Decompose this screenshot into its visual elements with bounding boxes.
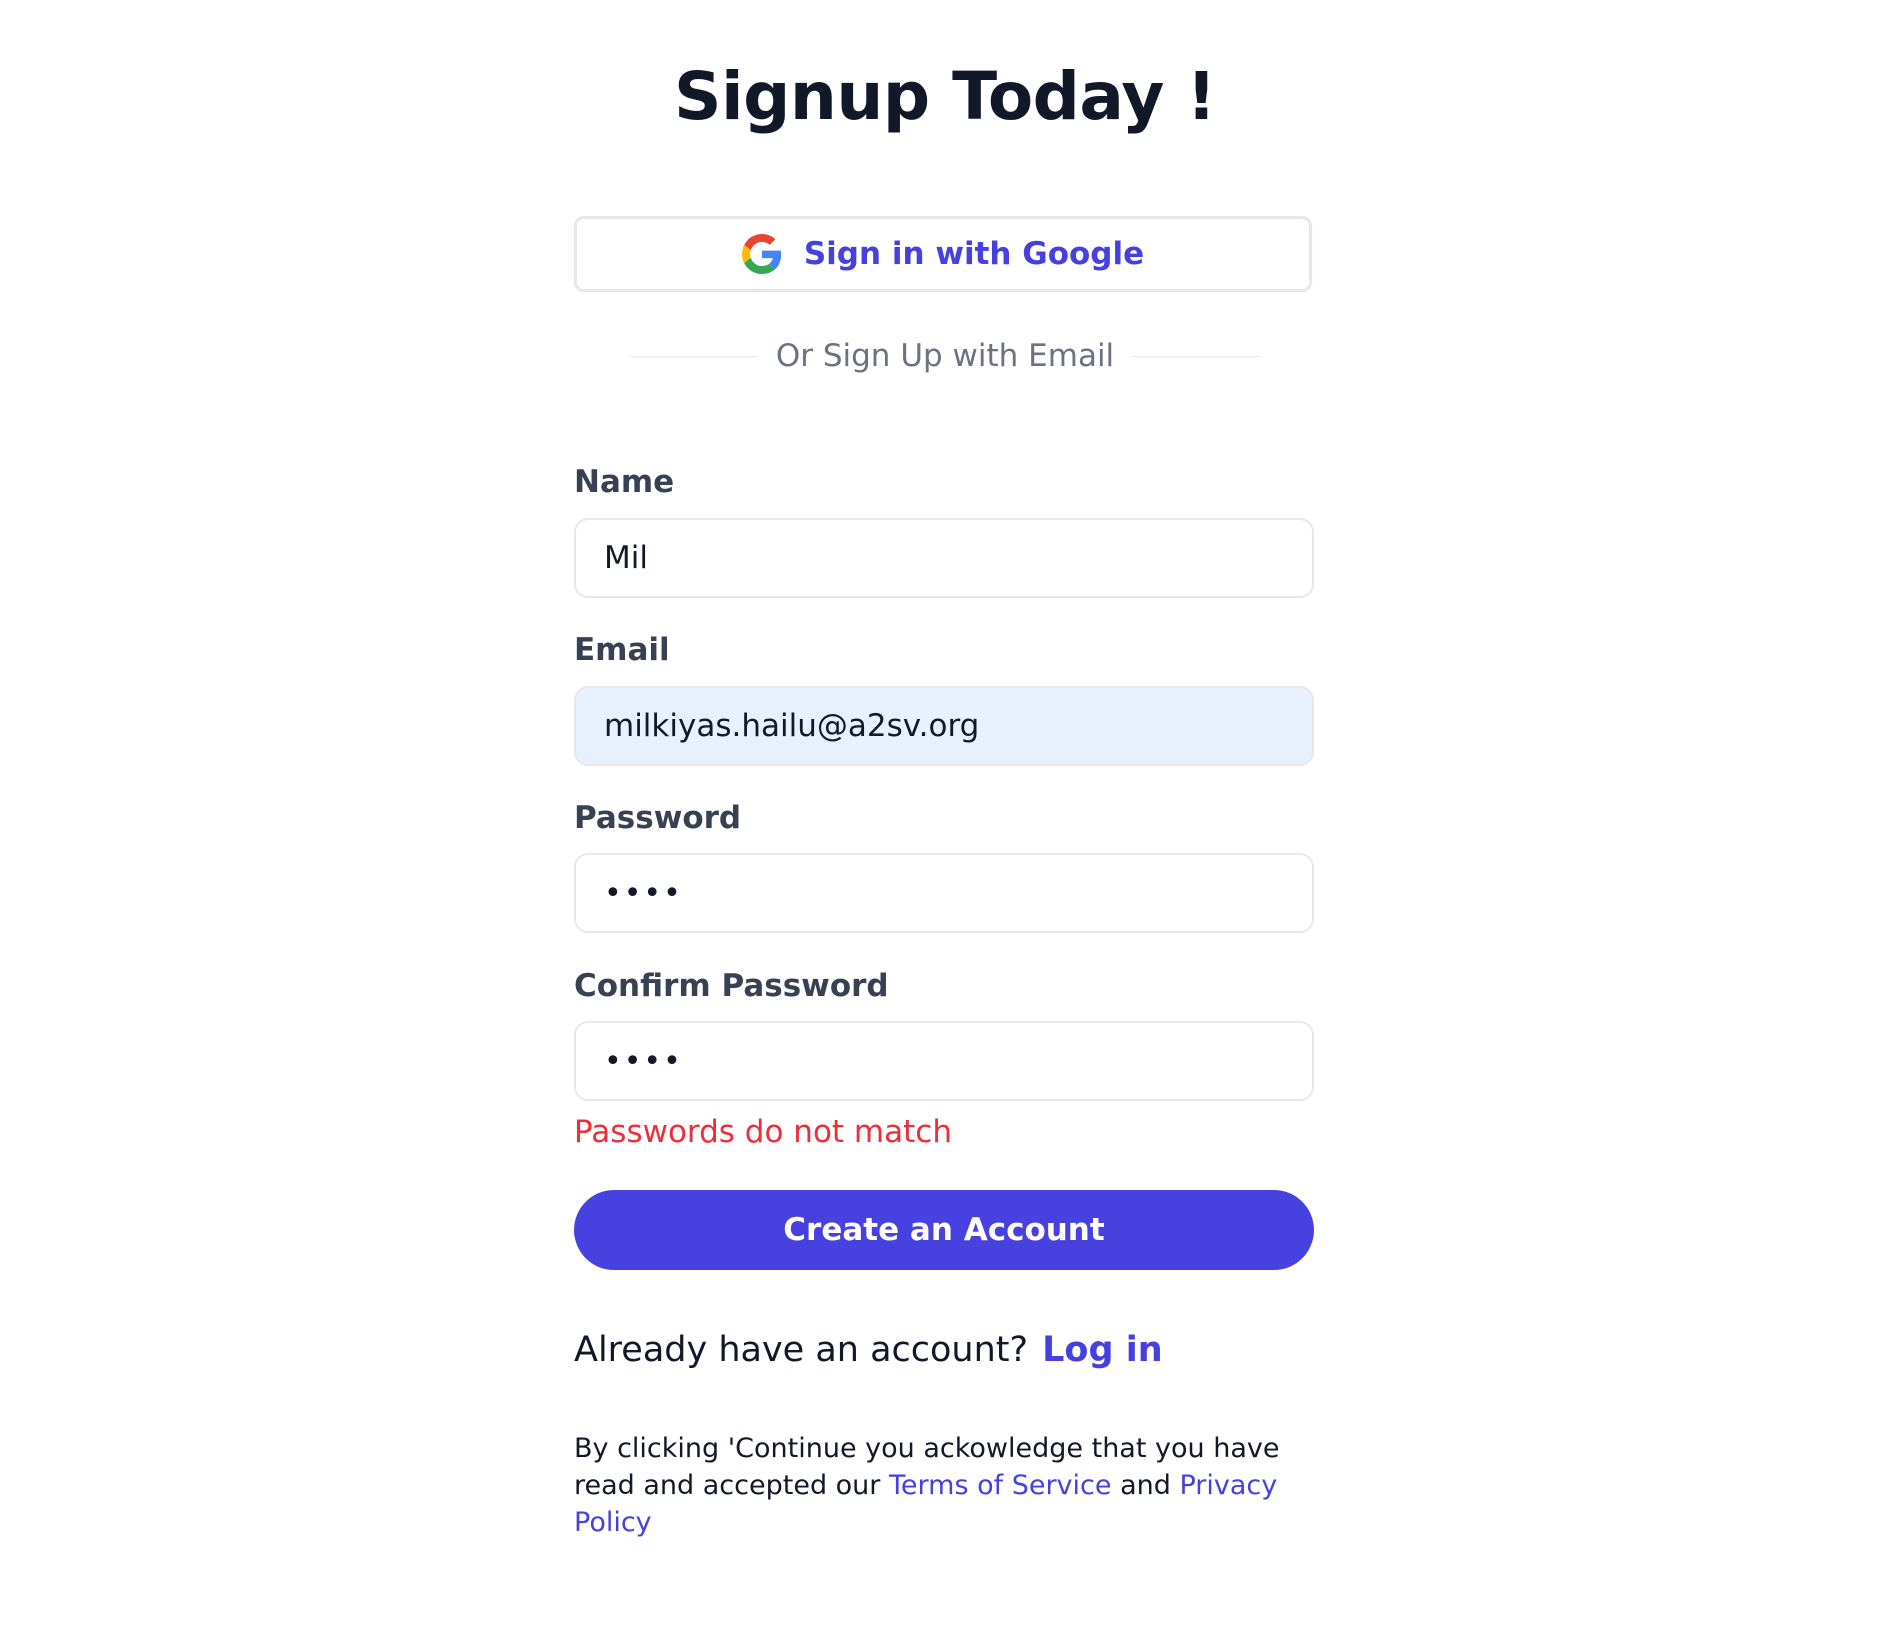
- terms-and: and: [1120, 1470, 1171, 1501]
- google-signin-label: Sign in with Google: [803, 236, 1145, 272]
- name-input[interactable]: [574, 518, 1314, 598]
- login-prompt-row: Already have an account? Log in: [574, 1330, 1163, 1370]
- password-mismatch-error: Passwords do not match: [574, 1114, 952, 1150]
- confirm-password-input[interactable]: [574, 1021, 1314, 1101]
- password-label: Password: [574, 800, 742, 836]
- email-divider: Or Sign Up with Email: [630, 336, 1261, 376]
- email-label: Email: [574, 632, 670, 668]
- password-input[interactable]: [574, 853, 1314, 933]
- divider-text: Or Sign Up with Email: [775, 338, 1115, 374]
- page-title: Signup Today !: [673, 58, 1217, 135]
- email-input[interactable]: [574, 686, 1314, 766]
- terms-notice: By clicking 'Continue you ackowledge tha…: [574, 1430, 1314, 1541]
- terms-of-service-link[interactable]: Terms of Service: [889, 1470, 1112, 1501]
- divider-line-right: [1132, 355, 1261, 357]
- google-icon: [741, 234, 782, 274]
- login-prompt-text: Already have an account?: [574, 1330, 1029, 1370]
- name-label: Name: [574, 464, 675, 500]
- login-link[interactable]: Log in: [1042, 1330, 1163, 1370]
- create-account-button[interactable]: Create an Account: [574, 1190, 1314, 1270]
- divider-line-left: [630, 355, 758, 357]
- confirm-password-label: Confirm Password: [574, 968, 889, 1004]
- google-signin-button[interactable]: Sign in with Google: [574, 216, 1312, 292]
